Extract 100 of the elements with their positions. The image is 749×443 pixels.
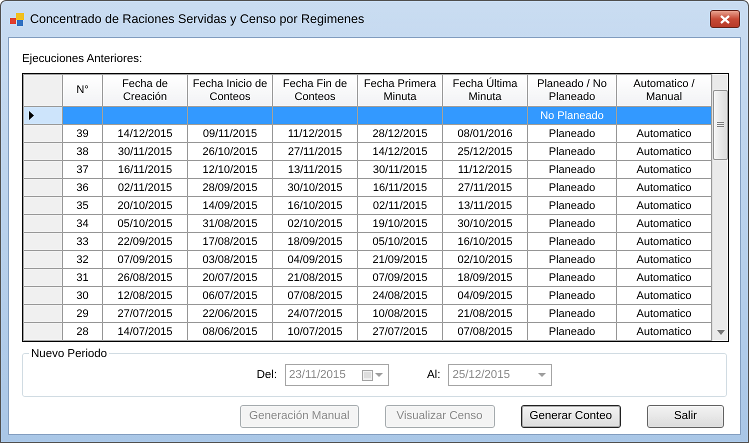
corner-header: [24, 74, 62, 107]
table-cell: 33: [62, 232, 102, 251]
scroll-thumb[interactable]: [713, 90, 728, 160]
table-cell: 22/06/2015: [188, 304, 272, 323]
close-icon[interactable]: [720, 14, 730, 24]
table-cell: 24/07/2015: [272, 304, 358, 323]
table-cell: Automatico: [616, 322, 712, 341]
table-cell: 26/08/2015: [102, 268, 188, 287]
table-cell: 20/10/2015: [102, 196, 188, 215]
scrollbar[interactable]: [712, 74, 728, 342]
table-cell: 03/08/2015: [188, 250, 272, 269]
current-row-icon: [29, 111, 34, 120]
table-cell: 02/11/2015: [358, 196, 442, 215]
table-cell: 31/08/2015: [188, 214, 272, 233]
table-cell: 19/10/2015: [358, 214, 442, 233]
table-cell: 36: [62, 178, 102, 197]
table-cell: Automatico: [616, 196, 712, 215]
table-cell: 14/09/2015: [188, 196, 272, 215]
table-cell: 05/10/2015: [102, 214, 188, 233]
table-cell: 29: [62, 304, 102, 323]
table-cell: 27/07/2015: [358, 322, 442, 341]
table-cell: Planeado: [528, 142, 616, 161]
table-cell: 09/11/2015: [188, 124, 272, 143]
column-header[interactable]: Fecha Última Minuta: [442, 74, 528, 107]
table-cell: 13/11/2015: [442, 196, 528, 215]
table-cell: Automatico: [616, 286, 712, 305]
table-cell: 18/09/2015: [442, 268, 528, 287]
column-header[interactable]: N°: [62, 74, 102, 107]
table-cell: 05/10/2015: [358, 232, 442, 251]
table-cell: Automatico: [616, 304, 712, 323]
table-cell: 38: [62, 142, 102, 161]
table-cell: Automatico: [616, 232, 712, 251]
table-cell: 25/12/2015: [442, 142, 528, 161]
table-cell: Planeado: [528, 160, 616, 179]
table-cell: Automatico: [616, 214, 712, 233]
table-cell: Planeado: [528, 268, 616, 287]
table-cell: 08/01/2016: [442, 124, 528, 143]
scroll-down-icon[interactable]: [716, 330, 724, 336]
table-cell: 12/08/2015: [102, 286, 188, 305]
column-header[interactable]: Fecha Primera Minuta: [358, 74, 442, 107]
table-cell: 37: [62, 160, 102, 179]
table-cell: 28/12/2015: [358, 124, 442, 143]
action-button[interactable]: Salir: [647, 405, 724, 428]
table-cell: Planeado: [528, 196, 616, 215]
table-cell: Planeado: [528, 124, 616, 143]
table-cell: 07/08/2015: [442, 322, 528, 341]
table-cell: [62, 106, 102, 125]
table-cell: Planeado: [528, 232, 616, 251]
table-cell: 34: [62, 214, 102, 233]
table-cell: 16/11/2015: [358, 178, 442, 197]
column-header[interactable]: Fecha Fin de Conteos: [272, 74, 358, 107]
table-cell: 16/11/2015: [102, 160, 188, 179]
table-cell: 02/11/2015: [102, 178, 188, 197]
table-cell: 35: [62, 196, 102, 215]
table-cell: 14/12/2015: [358, 142, 442, 161]
column-header[interactable]: Automatico / Manual: [616, 74, 712, 107]
table-cell: No Planeado: [528, 106, 616, 125]
table-cell: 10/07/2015: [272, 322, 358, 341]
table-cell: 11/12/2015: [272, 124, 358, 143]
row-header[interactable]: [24, 106, 62, 125]
table-cell: Automatico: [616, 268, 712, 287]
column-header[interactable]: Planeado / No Planeado: [528, 74, 616, 107]
table-cell: 10/08/2015: [358, 304, 442, 323]
column-header[interactable]: Fecha de Creación: [102, 74, 188, 107]
close-button[interactable]: [710, 10, 740, 28]
table-cell: Planeado: [528, 214, 616, 233]
table-cell: 21/08/2015: [272, 268, 358, 287]
table-cell: Automatico: [616, 178, 712, 197]
table-cell: 06/07/2015: [188, 286, 272, 305]
table-cell: 21/08/2015: [442, 304, 528, 323]
table-cell: 02/10/2015: [272, 214, 358, 233]
table-cell: 32: [62, 250, 102, 269]
table-cell: 26/10/2015: [188, 142, 272, 161]
field-label: Al:: [427, 368, 440, 383]
table-cell: 04/09/2015: [272, 250, 358, 269]
table-cell: 16/10/2015: [442, 232, 528, 251]
table-cell: Planeado: [528, 304, 616, 323]
table-cell: Planeado: [528, 322, 616, 341]
table-cell: 27/11/2015: [272, 142, 358, 161]
column-header[interactable]: Fecha Inicio de Conteos: [188, 74, 272, 107]
table-cell: 08/06/2015: [188, 322, 272, 341]
table-cell: 20/07/2015: [188, 268, 272, 287]
window-title: Concentrado de Raciones Servidas y Censo por Regimenes: [30, 10, 364, 28]
table-cell: 04/09/2015: [442, 286, 528, 305]
table-cell: 27/11/2015: [442, 178, 528, 197]
table-cell: 39: [62, 124, 102, 143]
table-cell: Automatico: [616, 250, 712, 269]
table-cell: Planeado: [528, 178, 616, 197]
table-cell: Automatico: [616, 160, 712, 179]
table-cell: 14/07/2015: [102, 322, 188, 341]
table-cell: 30: [62, 286, 102, 305]
app-icon: [10, 12, 24, 26]
table-cell: 30/10/2015: [442, 214, 528, 233]
table-cell: 17/08/2015: [188, 232, 272, 251]
table-cell: 07/08/2015: [272, 286, 358, 305]
action-button[interactable]: Generar Conteo: [520, 405, 621, 428]
table-cell: 31: [62, 268, 102, 287]
table-cell: 30/11/2015: [358, 160, 442, 179]
table-cell: Automatico: [616, 124, 712, 143]
table-cell: 11/12/2015: [442, 160, 528, 179]
